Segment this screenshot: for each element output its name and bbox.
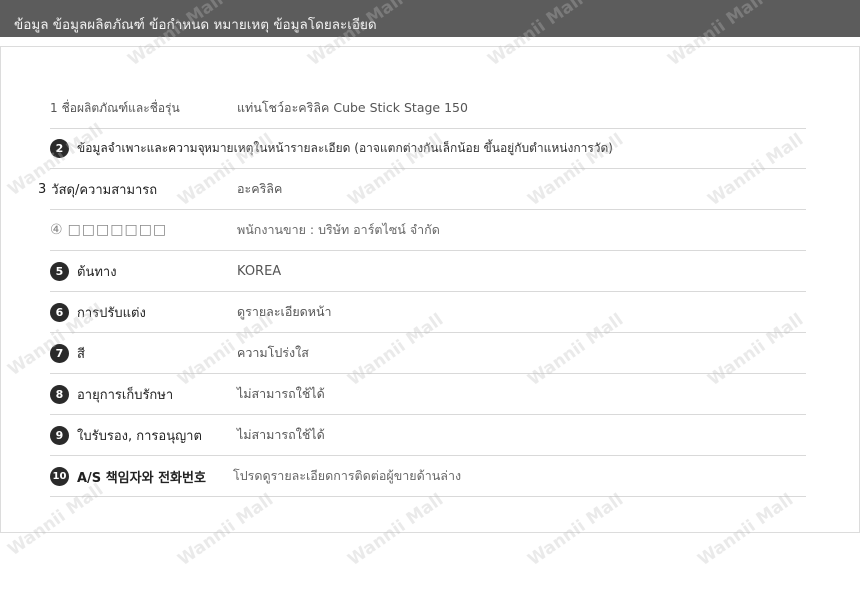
row-label: 10 A/S 책임자와 전화번호 <box>50 456 206 496</box>
row-label-text: A/S 책임자와 전화번호 <box>77 470 206 486</box>
row-value: พนักงานขาย : บริษัท อาร์ตไซน์ จำกัด <box>237 222 440 237</box>
row-label: ④ □□□□□□□ <box>50 210 167 250</box>
info-row-product-name: 1 ชื่อผลิตภัณฑ์และชื่อรุ่น แท่นโชว์อะคริ… <box>50 88 806 129</box>
row-value: ดูรายละเอียดหน้า <box>237 304 332 319</box>
info-row-after-service: 10 A/S 책임자와 전화번호 โปรดดูรายละเอียดการติดต… <box>50 456 806 497</box>
row-value: แท่นโชว์อะคริลิค Cube Stick Stage 150 <box>237 100 468 115</box>
row-marker: 5 <box>50 261 69 281</box>
row-marker: 7 <box>50 343 69 363</box>
row-value: KOREA <box>237 263 282 279</box>
info-row-specifications: 2 ข้อมูลจำเพาะและความจุ หมายเหตุในหน้ารา… <box>50 128 806 169</box>
row-label-text: ข้อมูลจำเพาะและความจุ <box>77 140 205 155</box>
row-label: 9 ใบรับรอง, การอนุญาต <box>50 415 202 455</box>
row-label-text: ต้นทาง <box>77 264 117 280</box>
info-row-origin: 5 ต้นทาง KOREA <box>50 251 806 292</box>
row-label: 6 การปรับแต่ง <box>50 292 146 332</box>
row-marker: ④ <box>50 222 63 238</box>
page-title: ข้อมูล ข้อมูลผลิตภัณฑ์ ข้อกำหนด หมายเหตุ… <box>14 17 377 33</box>
row-marker: 2 <box>50 138 69 158</box>
info-row-certification: 9 ใบรับรอง, การอนุญาต ไม่สามารถใช้ได้ <box>50 415 806 456</box>
row-label-text: การปรับแต่ง <box>77 305 146 321</box>
row-marker: 6 <box>50 302 69 322</box>
row-marker: 10 <box>50 466 69 486</box>
row-value: ไม่สามารถใช้ได้ <box>237 427 325 442</box>
info-row-color: 7 สี ความโปร่งใส <box>50 333 806 374</box>
row-value: ไม่สามารถใช้ได้ <box>237 386 325 401</box>
row-value: หมายเหตุในหน้ารายละเอียด (อาจแตกต่างกันเ… <box>204 140 613 155</box>
row-label-text: อายุการเก็บรักษา <box>77 387 174 403</box>
row-value: โปรดดูรายละเอียดการติดต่อผู้ขายด้านล่าง <box>233 468 462 483</box>
row-label-text: สี <box>77 346 85 362</box>
row-label-text: ชื่อผลิตภัณฑ์และชื่อรุ่น <box>61 100 180 115</box>
row-marker: 3 <box>38 181 47 197</box>
row-label: 8 อายุการเก็บรักษา <box>50 374 173 414</box>
row-value: อะคริลิค <box>237 181 283 196</box>
product-info-panel: 1 ชื่อผลิตภัณฑ์และชื่อรุ่น แท่นโชว์อะคริ… <box>0 46 860 533</box>
row-label-text: □□□□□□□ <box>67 222 168 238</box>
row-marker: 8 <box>50 384 69 404</box>
row-marker: 9 <box>50 425 69 445</box>
row-value: ความโปร่งใส <box>237 345 309 360</box>
info-row-shelf-life: 8 อายุการเก็บรักษา ไม่สามารถใช้ได้ <box>50 374 806 415</box>
row-label: 2 ข้อมูลจำเพาะและความจุ <box>50 128 205 168</box>
info-row-customization: 6 การปรับแต่ง ดูรายละเอียดหน้า <box>50 292 806 333</box>
info-row-material: 3 วัสดุ/ความสามารถ อะคริลิค <box>38 169 806 210</box>
row-label-text: ใบรับรอง, การอนุญาต <box>77 428 202 444</box>
row-label-text: วัสดุ/ความสามารถ <box>51 182 158 198</box>
row-label: 7 สี <box>50 333 85 373</box>
row-label: 1 ชื่อผลิตภัณฑ์และชื่อรุ่น <box>50 88 180 128</box>
row-label: 5 ต้นทาง <box>50 251 117 291</box>
info-row-seller: ④ □□□□□□□ พนักงานขาย : บริษัท อาร์ตไซน์ … <box>50 210 806 251</box>
row-label: 3 วัสดุ/ความสามารถ <box>38 169 157 209</box>
row-marker: 1 <box>50 101 58 115</box>
top-bar: ข้อมูล ข้อมูลผลิตภัณฑ์ ข้อกำหนด หมายเหตุ… <box>0 0 860 37</box>
